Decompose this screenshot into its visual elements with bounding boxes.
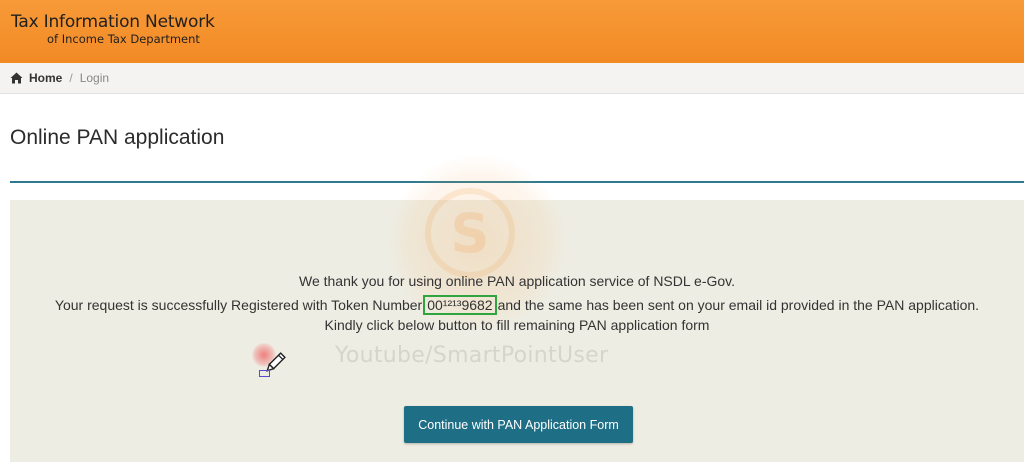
brand-title: Tax Information Network [11, 12, 215, 32]
breadcrumb-current: Login [79, 71, 110, 85]
continue-application-button[interactable]: Continue with PAN Application Form [404, 406, 633, 443]
instruction-message: Kindly click below button to fill remain… [324, 317, 710, 333]
breadcrumb-home-link[interactable]: Home [29, 71, 62, 85]
breadcrumb-separator: / [69, 71, 73, 85]
breadcrumb: Home / Login [0, 63, 1024, 94]
registration-text-before: Your request is successfully Registered … [54, 297, 423, 313]
watermark-text: Youtube/SmartPointUser [335, 343, 609, 368]
registration-text-after: and the same has been sent on your email… [497, 297, 980, 313]
registration-message: Your request is successfully Registered … [10, 295, 1024, 315]
home-icon[interactable] [10, 72, 23, 84]
token-number: 00¹²¹³9682 [423, 295, 497, 315]
thank-you-message: We thank you for using online PAN applic… [298, 273, 736, 289]
page-title: Online PAN application [10, 126, 225, 149]
cursor-marker [259, 370, 270, 377]
brand-logo[interactable]: Tax Information Network of Income Tax De… [11, 12, 215, 46]
brand-subtitle: of Income Tax Department [47, 32, 200, 46]
site-header: Tax Information Network of Income Tax De… [0, 0, 1024, 63]
watermark-s-icon: S [425, 188, 515, 278]
